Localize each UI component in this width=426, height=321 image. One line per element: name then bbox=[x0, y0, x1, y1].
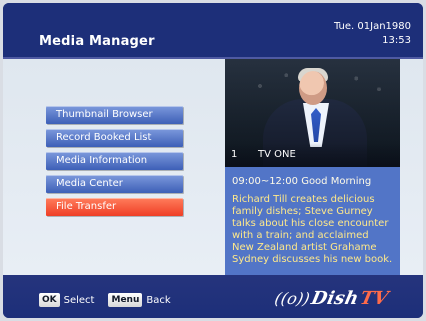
menu-item-media-center[interactable]: Media Center bbox=[46, 175, 183, 193]
media-menu: Thumbnail Browser Record Booked List Med… bbox=[46, 106, 183, 216]
footer-bar: OK Select Menu Back ((o)) Dish TV bbox=[3, 275, 423, 318]
date-label: Tue. 01Jan1980 bbox=[333, 21, 411, 32]
header-bar: Media Manager Tue. 01Jan1980 13:53 bbox=[3, 3, 423, 59]
video-overlay bbox=[225, 143, 400, 167]
time-label: 13:53 bbox=[382, 35, 411, 46]
select-help-label: Select bbox=[63, 294, 95, 306]
media-manager-screen: Media Manager Tue. 01Jan1980 13:53 Thumb… bbox=[3, 3, 423, 318]
signal-logo-mark: ((o)) bbox=[273, 288, 312, 308]
program-description: Richard Till creates delicious family di… bbox=[232, 194, 393, 265]
page-title: Media Manager bbox=[39, 34, 155, 49]
menu-item-thumbnail-browser[interactable]: Thumbnail Browser bbox=[46, 106, 183, 124]
live-tv-preview: 1 TV ONE bbox=[225, 59, 400, 167]
tv-logo-text: TV bbox=[358, 287, 391, 309]
dish-logo-text: Dish bbox=[309, 287, 361, 309]
dishtv-logo: ((o)) Dish TV bbox=[273, 286, 391, 310]
remote-control-help: OK Select Menu Back bbox=[39, 293, 171, 307]
date-time-display: Tue. 01Jan1980 13:53 bbox=[334, 20, 411, 48]
channel-number: 1 bbox=[231, 149, 238, 160]
menu-item-media-information[interactable]: Media Information bbox=[46, 152, 183, 170]
channel-name: TV ONE bbox=[258, 149, 296, 160]
ok-key-icon: OK bbox=[39, 293, 60, 307]
menu-item-file-transfer[interactable]: File Transfer bbox=[46, 198, 183, 216]
main-content: Thumbnail Browser Record Booked List Med… bbox=[3, 59, 423, 275]
menu-key-icon: Menu bbox=[108, 293, 143, 307]
menu-item-record-booked-list[interactable]: Record Booked List bbox=[46, 129, 183, 147]
speaker-head bbox=[299, 71, 327, 105]
program-info-panel: 09:00~12:00 Good Morning Richard Till cr… bbox=[225, 167, 400, 275]
back-help-label: Back bbox=[146, 294, 171, 306]
program-title: 09:00~12:00 Good Morning bbox=[232, 176, 372, 187]
